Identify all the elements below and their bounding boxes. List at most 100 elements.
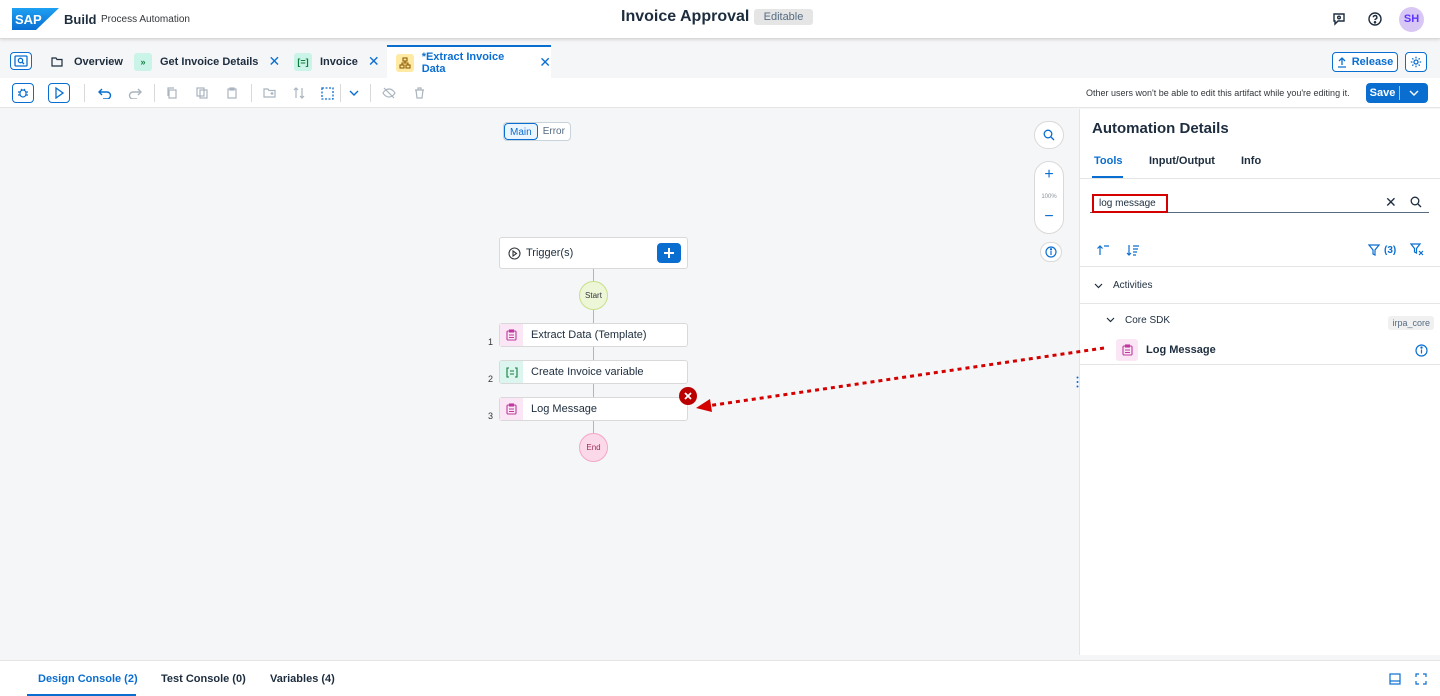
subsection-label: Core SDK [1125,314,1171,326]
step-label: Create Invoice variable [531,366,644,378]
settings-button[interactable] [1405,52,1427,72]
edit-lock-note: Other users won't be able to edit this a… [1086,88,1350,98]
tab-invoice[interactable]: [=] Invoice ✕ [294,45,384,78]
variable-icon: [=] [294,52,312,71]
step-number: 3 [488,411,494,421]
toolbar-divider [84,84,85,102]
dock-panel-icon[interactable] [1389,673,1401,685]
select-mode-dropdown[interactable] [343,83,365,103]
tab-label: Overview [74,55,123,68]
clipboard-icon [500,324,523,346]
folder-icon [48,53,66,71]
zoom-control: + 100% − [1034,161,1064,234]
sort-ascending-icon[interactable] [1096,244,1110,256]
tools-filter-bar: (3) [1080,237,1440,267]
activities-section[interactable]: Activities [1080,268,1440,304]
editor-toolbar: Other users won't be able to edit this a… [0,78,1440,108]
step-create-invoice-variable[interactable]: Create Invoice variable [499,360,688,384]
help-icon[interactable] [1367,11,1383,27]
delete-button[interactable] [408,83,430,103]
sap-logo-text: SAP [15,12,42,27]
clipboard-icon [500,398,523,420]
brand-subtitle: Process Automation [101,14,190,25]
release-button[interactable]: Release [1332,52,1398,72]
canvas-info-button[interactable] [1040,242,1062,262]
expand-icon[interactable] [1415,673,1427,685]
copy-button[interactable] [161,83,183,103]
toolbar-divider [340,84,341,102]
main-error-toggle[interactable]: Main Error [503,122,571,141]
add-trigger-button[interactable] [657,243,681,263]
trash-icon [414,87,424,99]
clear-filter-icon[interactable] [1410,243,1424,256]
step-label: Extract Data (Template) [531,329,647,341]
tool-item-log-message[interactable]: Log Message [1080,334,1440,365]
avatar[interactable]: SH [1399,7,1424,32]
redo-button[interactable] [124,83,146,103]
step-log-message[interactable]: Log Message [499,397,688,421]
undo-button[interactable] [94,83,116,103]
search-input[interactable] [1092,194,1168,213]
run-button[interactable] [48,83,70,103]
core-sdk-section[interactable]: Core SDK [1080,302,1440,338]
zoom-in-button[interactable]: + [1035,166,1063,184]
search-icon [14,55,28,67]
info-icon [1045,246,1057,258]
zoom-out-button[interactable]: − [1035,208,1063,226]
canvas-search-button[interactable] [1034,121,1064,149]
undo-icon [98,88,112,99]
search-icon [1043,129,1055,141]
save-button[interactable]: Save [1366,83,1428,103]
close-icon[interactable]: ✕ [368,53,380,70]
sort-button[interactable] [288,83,310,103]
hide-button[interactable] [378,83,400,103]
end-node: End [579,433,608,462]
start-node: Start [579,281,608,310]
error-icon[interactable] [679,387,697,405]
sort-list-icon[interactable] [1126,244,1140,256]
feedback-icon[interactable] [1331,11,1347,27]
chevron-down-icon [349,90,359,96]
filter-icon[interactable] [1368,244,1380,256]
tab-overview[interactable]: Overview [48,45,123,78]
sap-logo[interactable]: SAP [12,8,59,30]
segment-error[interactable]: Error [538,123,570,140]
tab-input-output[interactable]: Input/Output [1149,155,1215,167]
tab-label: Get Invoice Details [160,55,259,68]
segment-main[interactable]: Main [504,123,538,140]
search-artifacts-button[interactable] [10,52,32,70]
save-options-dropdown[interactable] [1400,90,1428,96]
automation-details-panel: Automation Details Tools Input/Output In… [1076,109,1440,655]
status-badge: Editable [754,9,813,25]
select-area-button[interactable] [316,83,338,103]
tab-tools[interactable]: Tools [1094,155,1123,167]
shell-bar: SAP Build Process Automation Invoice App… [0,0,1440,39]
bug-icon [18,88,28,98]
tab-get-invoice-details[interactable]: » Get Invoice Details ✕ [134,45,284,78]
trigger-label: Trigger(s) [526,247,574,259]
trigger-node[interactable]: Trigger(s) [499,237,688,269]
step-label: Log Message [531,403,598,415]
tab-divider [1080,178,1440,179]
tab-extract-invoice-data[interactable]: *Extract Invoice Data ✕ [387,45,551,78]
panel-resize-handle[interactable] [1076,376,1079,388]
filter-count[interactable]: (3) [1384,245,1396,256]
copy-icon [167,87,177,99]
close-icon[interactable]: ✕ [268,53,280,70]
clear-search-icon[interactable]: ✕ [1385,194,1397,211]
add-group-button[interactable] [258,83,280,103]
tab-design-console[interactable]: Design Console (2) [38,673,138,685]
flow-canvas[interactable]: Main Error + 100% − Trigger(s) Start 1 E… [0,109,1079,655]
flow-connector [593,310,594,323]
close-icon[interactable]: ✕ [539,54,551,71]
search-icon[interactable] [1410,196,1422,208]
paste-button[interactable] [221,83,243,103]
tab-info[interactable]: Info [1241,155,1261,167]
duplicate-button[interactable] [191,83,213,103]
tab-variables[interactable]: Variables (4) [270,673,335,685]
tab-test-console[interactable]: Test Console (0) [161,673,246,685]
info-icon[interactable] [1415,344,1428,357]
play-icon [55,87,64,99]
step-extract-data[interactable]: Extract Data (Template) [499,323,688,347]
debug-button[interactable] [12,83,34,103]
